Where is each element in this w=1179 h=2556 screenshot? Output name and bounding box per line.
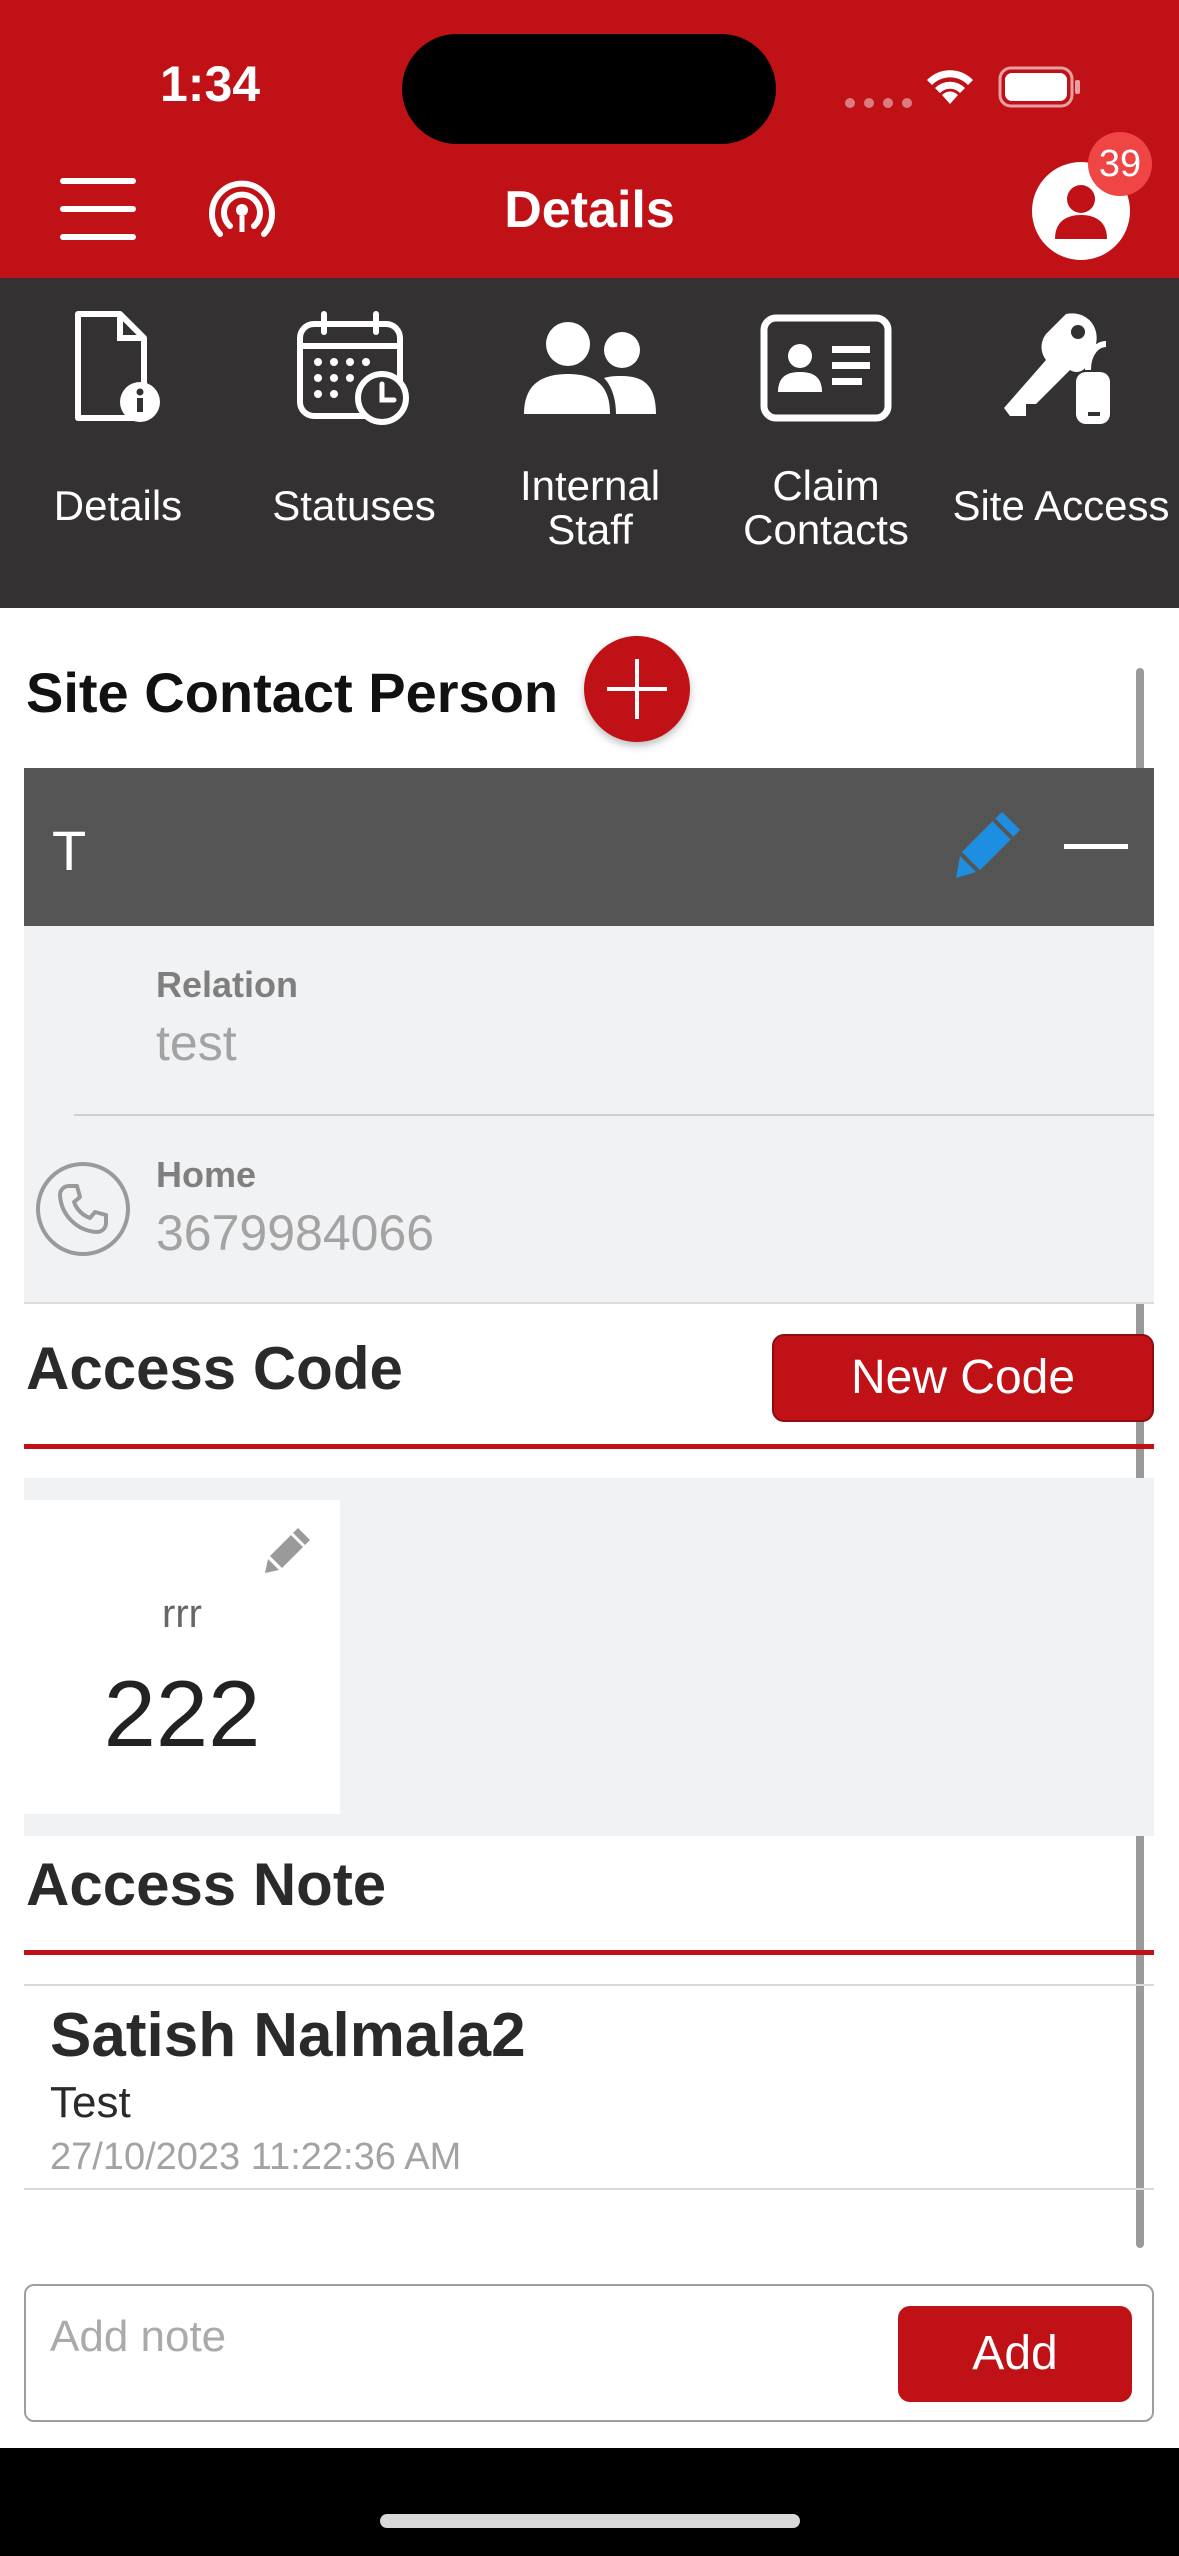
battery-icon	[998, 66, 1080, 108]
relation-label: Relation	[156, 964, 299, 1005]
note-author: Satish Nalmala2	[50, 2001, 526, 2070]
access-code-card[interactable]: rrr 222	[24, 1500, 340, 1814]
keys-icon	[1004, 313, 1110, 424]
add-note-placeholder[interactable]: Add note	[50, 2312, 226, 2362]
section-divider	[24, 1444, 1154, 1449]
note-list-item: Satish Nalmala2 Test 27/10/2023 11:22:36…	[24, 1984, 1154, 2190]
tab-label: Site Access	[952, 482, 1170, 529]
relation-value: test	[156, 1015, 237, 1071]
app-header: Details	[0, 150, 1179, 278]
page-title: Details	[504, 181, 675, 239]
tab-label: Details	[53, 482, 183, 529]
dynamic-island	[402, 34, 776, 144]
add-note-field[interactable]: Add note Add	[24, 2284, 1154, 2422]
users-icon	[524, 322, 656, 414]
add-note-button[interactable]: Add	[898, 2306, 1132, 2402]
home-indicator[interactable]	[380, 2514, 800, 2528]
access-code-title: Access Code	[26, 1335, 403, 1402]
access-code-value: 222	[103, 1661, 261, 1766]
section-tabbar: Details Statuses Internal Staff Claim Co…	[0, 278, 1179, 886]
add-contact-button[interactable]	[584, 636, 690, 742]
status-time: 1:34	[160, 56, 261, 112]
calendar-clock-icon	[297, 311, 409, 425]
collapse-icon[interactable]	[1064, 844, 1128, 849]
contact-details: Relation test Home 3679984066	[24, 926, 1154, 1304]
divider	[74, 1114, 1154, 1116]
phone-value[interactable]: 3679984066	[156, 1204, 434, 1262]
contact-header[interactable]: T	[24, 768, 1154, 926]
tab-site-access[interactable]: Site Access	[943, 278, 1179, 608]
status-bar: 1:34	[0, 0, 1179, 150]
notification-badge[interactable]: 39	[1088, 132, 1152, 196]
tab-label: Internal	[519, 462, 661, 509]
note-timestamp: 27/10/2023 11:22:36 AM	[50, 2136, 462, 2178]
phone-label: Home	[156, 1154, 257, 1195]
tab-claim-contacts[interactable]: Claim Contacts	[708, 278, 944, 608]
tab-statuses[interactable]: Statuses	[236, 278, 472, 608]
contact-card-icon	[760, 314, 892, 422]
pencil-icon[interactable]	[264, 1524, 314, 1574]
new-code-button[interactable]: New Code	[772, 1334, 1154, 1422]
access-note-title: Access Note	[26, 1851, 387, 1918]
tab-label: Statuses	[272, 482, 436, 529]
access-code-name: rrr	[162, 1592, 202, 1636]
tab-details[interactable]: Details	[0, 278, 236, 608]
phone-icon[interactable]	[36, 1162, 130, 1256]
note-text: Test	[50, 2078, 131, 2127]
contact-name: T	[52, 819, 87, 882]
tab-internal-staff[interactable]: Internal Staff	[472, 278, 708, 608]
pencil-icon[interactable]	[954, 808, 1024, 882]
cellular-signal-icon	[845, 98, 912, 108]
section-divider	[24, 1950, 1154, 1955]
phone-handset-icon	[58, 1184, 108, 1234]
tab-label: Contacts	[743, 506, 909, 553]
document-info-icon	[75, 311, 160, 422]
site-contact-title: Site Contact Person	[26, 661, 559, 724]
home-indicator-area	[0, 2448, 1179, 2556]
access-codes-panel: rrr 222	[24, 1478, 1154, 1836]
tab-label: Claim	[772, 462, 880, 509]
wifi-icon	[927, 70, 973, 104]
tab-label: Staff	[547, 506, 633, 553]
